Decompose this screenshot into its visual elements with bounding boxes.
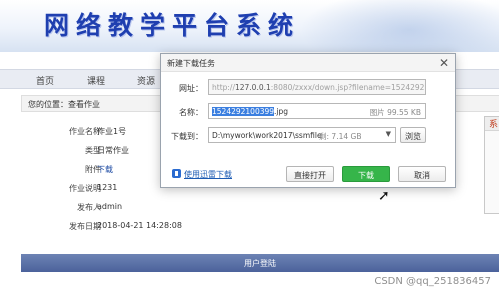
xunlei-icon	[172, 169, 181, 178]
footer-login-link[interactable]: 用户登陆	[244, 259, 276, 268]
side-panel: 系	[484, 116, 499, 214]
file-info: 图片 99.55 KB	[370, 107, 421, 118]
site-title: 网络教学平台系统	[44, 11, 301, 40]
url-field: http://127.0.0.1:8080/zxxx/down.jsp?file…	[208, 79, 426, 95]
filename-selected: 1524292100399	[212, 107, 275, 116]
table-row: 发布日期 2018-04-21 14:28:08	[21, 221, 321, 235]
table-row: 发布人 admin	[21, 202, 321, 216]
row-value: 作业1号	[97, 127, 127, 136]
nav-item-resources[interactable]: 资源	[137, 74, 155, 87]
nav-item-home[interactable]: 首页	[36, 74, 54, 87]
site-banner: 网络教学平台系统	[0, 0, 499, 52]
side-panel-header: 系	[485, 117, 499, 131]
file-size: 99.55 KB	[387, 108, 421, 117]
save-path: D:\mywork\work2017\ssmfile	[212, 131, 322, 140]
save-path-select[interactable]: D:\mywork\work2017\ssmfile 剩: 7.14 GB ▼	[208, 127, 396, 143]
file-type: 图片	[369, 108, 385, 117]
row-value: 日常作业	[97, 146, 129, 155]
filename-field[interactable]: 1524292100399.jpg 图片 99.55 KB	[208, 103, 426, 119]
use-xunlei-link[interactable]: 使用迅雷下载	[171, 169, 251, 181]
free-space: 剩: 7.14 GB	[319, 131, 361, 142]
row-value: 1231	[97, 183, 118, 192]
name-label: 名称：	[179, 108, 203, 117]
dialog-title-text: 新建下载任务	[167, 59, 215, 68]
chevron-down-icon: ▼	[385, 130, 391, 138]
url-rest: :8080/zxxx/down.jsp?filename=1524292100	[270, 83, 426, 92]
attachment-download-link[interactable]: 下载	[97, 164, 113, 175]
close-icon[interactable]: ✕	[439, 56, 449, 70]
url-prefix: http://	[212, 83, 235, 92]
save-to-label: 下载到：	[171, 132, 203, 141]
banner-decoration	[299, 0, 499, 52]
row-value: 2018-04-21 14:28:08	[97, 221, 182, 230]
free-space-label: 剩:	[319, 132, 330, 141]
watermark: CSDN @qq_251836457	[374, 276, 491, 287]
cancel-button[interactable]: 取消	[398, 166, 446, 182]
nav-item-courses[interactable]: 课程	[87, 74, 105, 87]
mouse-cursor-icon: ➚	[378, 188, 390, 204]
footer-bar: 用户登陆	[21, 254, 499, 272]
filename-ext: .jpg	[274, 107, 289, 116]
download-button[interactable]: 下载	[342, 166, 390, 182]
url-host: 127.0.0.1	[234, 83, 271, 92]
free-space-value: 7.14 GB	[331, 132, 362, 141]
browse-button[interactable]: 浏览	[400, 127, 426, 143]
dialog-title: 新建下载任务	[161, 54, 455, 72]
xunlei-label: 使用迅雷下载	[184, 170, 232, 179]
open-directly-button[interactable]: 直接打开	[286, 166, 334, 182]
download-dialog: 新建下载任务 ✕ 网址： http://127.0.0.1:8080/zxxx/…	[160, 53, 456, 188]
url-label: 网址：	[179, 84, 203, 93]
row-value: admin	[97, 202, 123, 211]
